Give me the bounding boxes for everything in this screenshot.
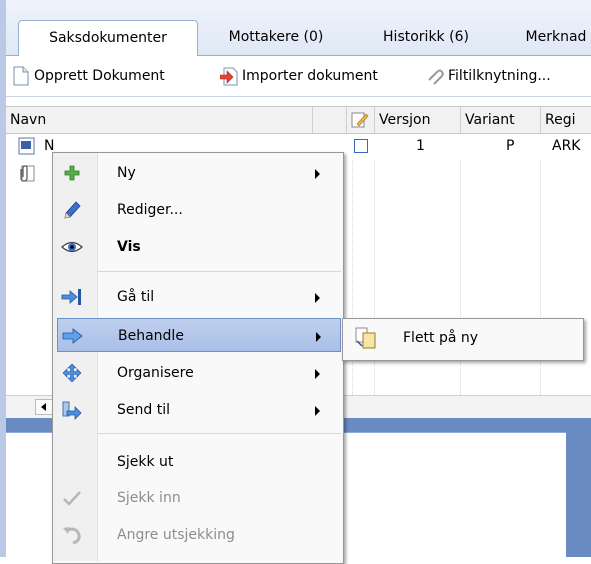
- paperclip-link-icon: [426, 66, 444, 86]
- menu-item-sjekk-inn[interactable]: Sjekk inn: [53, 481, 341, 515]
- create-document-label: Opprett Dokument: [34, 68, 165, 84]
- row-version: 1: [416, 138, 425, 154]
- file-link-label: Filtilknytning...: [448, 68, 551, 84]
- submenu-arrow-icon: [315, 293, 320, 303]
- tab-strip: Saksdokumenter Mottakere (0) Historikk (…: [6, 0, 591, 56]
- row-variant: P: [506, 138, 515, 154]
- menu-item-ga-til[interactable]: Gå til: [53, 280, 341, 314]
- list-header: Navn Versjon Variant Regi: [6, 106, 591, 134]
- menu-item-label: Behandle: [118, 328, 184, 344]
- scroll-left-arrow-icon[interactable]: [35, 399, 53, 415]
- column-name[interactable]: Navn: [6, 107, 312, 133]
- menu-item-label: Send til: [117, 402, 170, 418]
- row-registry: ARK: [552, 138, 581, 154]
- plus-icon: [61, 163, 83, 183]
- column-version[interactable]: Versjon: [374, 107, 460, 133]
- tab-merknad[interactable]: Merknad: [506, 20, 591, 54]
- move-cross-icon: [61, 363, 83, 383]
- merge-documents-icon: [355, 327, 377, 349]
- menu-item-label: Sjekk ut: [117, 454, 174, 470]
- process-arrow-icon: [62, 326, 84, 346]
- submenu-item-label: Flett på ny: [403, 330, 479, 346]
- menu-item-behandle[interactable]: Behandle: [57, 318, 341, 352]
- attachment-icon: [18, 163, 36, 183]
- menu-item-label: Rediger...: [117, 202, 183, 218]
- row-checkbox[interactable]: [354, 139, 368, 153]
- menu-item-label: Sjekk inn: [117, 490, 181, 506]
- menu-item-label: Vis: [117, 239, 141, 255]
- menu-item-angre-utsjekking[interactable]: Angre utsjekking: [53, 518, 341, 552]
- send-to-icon: [61, 400, 83, 420]
- edit-note-icon: [351, 112, 369, 128]
- goto-arrow-icon: [61, 287, 83, 307]
- column-blank[interactable]: [312, 107, 346, 133]
- menu-item-vis[interactable]: Vis: [53, 230, 341, 264]
- menu-item-label: Ny: [117, 165, 136, 181]
- column-variant[interactable]: Variant: [460, 107, 540, 133]
- menu-separator: [97, 271, 341, 272]
- submenu-arrow-icon: [316, 332, 321, 342]
- file-link-button[interactable]: Filtilknytning...: [426, 64, 551, 88]
- eye-icon: [61, 237, 83, 257]
- menu-item-send-til[interactable]: Send til: [53, 393, 341, 427]
- menu-item-label: Angre utsjekking: [117, 527, 235, 543]
- checkmark-icon: [61, 488, 83, 508]
- pencil-icon: [61, 200, 83, 220]
- submenu-item-flett-pa-ny[interactable]: Flett på ny: [349, 321, 577, 355]
- submenu-arrow-icon: [315, 169, 320, 179]
- menu-item-label: Gå til: [117, 289, 155, 305]
- submenu-arrow-icon: [315, 406, 320, 416]
- menu-item-label: Organisere: [117, 365, 194, 381]
- tab-mottakere[interactable]: Mottakere (0): [201, 20, 351, 54]
- menu-item-sjekk-ut[interactable]: Sjekk ut: [53, 445, 341, 479]
- tab-historikk[interactable]: Historikk (6): [361, 20, 491, 54]
- new-document-icon: [12, 66, 30, 86]
- create-document-button[interactable]: Opprett Dokument: [12, 64, 165, 88]
- column-registry[interactable]: Regi: [540, 107, 591, 133]
- menu-separator: [97, 433, 341, 434]
- import-icon: [219, 66, 238, 86]
- menu-item-organisere[interactable]: Organisere: [53, 356, 341, 390]
- submenu-arrow-icon: [315, 369, 320, 379]
- undo-icon: [61, 525, 83, 545]
- column-edit-icon-header[interactable]: [346, 107, 374, 133]
- toolbar: Opprett Dokument Importer dokument Filti…: [6, 56, 591, 97]
- import-document-button[interactable]: Importer dokument: [219, 64, 378, 88]
- word-document-icon: [18, 137, 36, 155]
- menu-item-ny[interactable]: Ny: [53, 156, 341, 190]
- menu-item-rediger[interactable]: Rediger...: [53, 193, 341, 227]
- tab-saksdokumenter[interactable]: Saksdokumenter: [18, 20, 198, 56]
- import-document-label: Importer dokument: [242, 68, 378, 84]
